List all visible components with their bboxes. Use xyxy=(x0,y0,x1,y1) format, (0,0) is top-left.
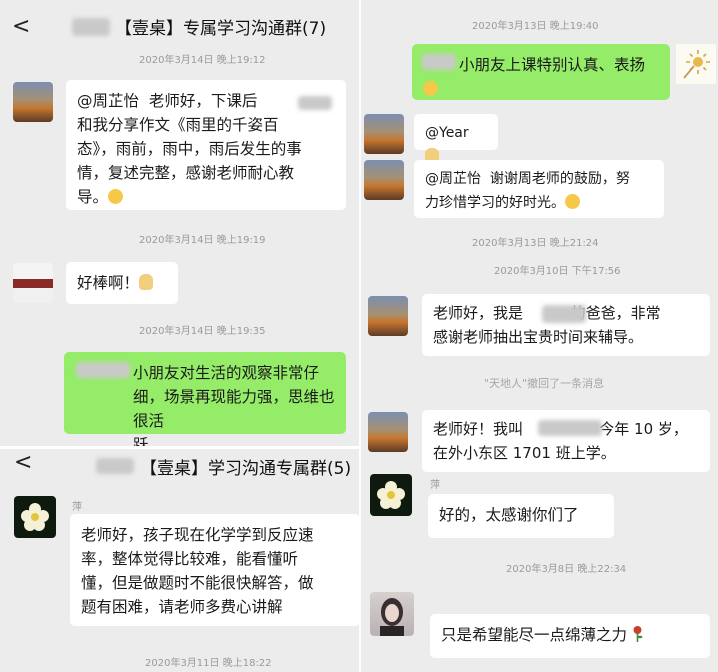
parent-avatar[interactable] xyxy=(370,474,412,516)
message-text: 小朋友上课特别认真、表扬 xyxy=(459,56,646,74)
message-timestamp: 2020年3月13日 晚上19:40 xyxy=(472,21,599,32)
back-arrow-icon[interactable]: < xyxy=(14,450,32,475)
flower-icon xyxy=(377,481,405,509)
message-bubble[interactable]: @Year xyxy=(414,114,498,164)
chat-panel-group-5: < 【壹桌】学习沟通专属群(5) 萍 老师好，孩子现在化学学到反应速 率，整体觉… xyxy=(0,448,360,672)
redacted-name xyxy=(96,458,134,474)
message-bubble[interactable]: 好棒啊！ xyxy=(66,262,178,304)
clap-emoji-icon xyxy=(139,274,154,290)
message-text: 好的，太感谢你们了 xyxy=(439,506,579,524)
parent-avatar[interactable] xyxy=(368,412,408,452)
panel-divider xyxy=(359,0,361,672)
redacted-name xyxy=(298,96,332,110)
message-bubble[interactable]: 只是希望能尽一点绵薄之力 xyxy=(430,614,710,658)
message-timestamp: 2020年3月14日 晚上19:12 xyxy=(139,55,266,66)
smile-emoji-icon xyxy=(108,189,124,204)
rose-emoji-icon xyxy=(633,626,643,642)
sender-name: 萍 xyxy=(72,502,82,513)
message-text: @周芷怡 老师好，下课后 和我分享作文《雨里的千姿百 态》，雨前，雨中，雨后发生… xyxy=(77,92,302,206)
sun-icon xyxy=(683,50,710,79)
smile-emoji-icon xyxy=(423,81,438,96)
parent-avatar[interactable] xyxy=(14,496,56,538)
chat-title: 【壹桌】专属学习沟通群(7) xyxy=(115,19,327,39)
parent-avatar[interactable] xyxy=(370,592,414,636)
chat-title: 【壹桌】学习沟通专属群(5) xyxy=(140,459,352,479)
flower-icon xyxy=(21,503,49,531)
message-text: 老师好，孩子现在化学学到反应速 率，整体觉得比较难，能看懂听 懂，但是做题时不能… xyxy=(81,526,314,616)
parent-avatar[interactable] xyxy=(364,114,404,154)
message-timestamp: 2020年3月8日 晚上22:34 xyxy=(506,564,627,575)
teacher-avatar[interactable] xyxy=(13,82,53,122)
message-bubble[interactable]: 好的，太感谢你们了 xyxy=(428,494,614,538)
parent-avatar[interactable] xyxy=(368,296,408,336)
sender-name: 萍 xyxy=(430,480,440,491)
message-bubble[interactable]: 小朋友上课特别认真、表扬 xyxy=(412,44,670,100)
message-timestamp: 2020年3月13日 晚上21:24 xyxy=(472,238,599,249)
panel-divider xyxy=(0,446,360,449)
parent-avatar[interactable] xyxy=(13,263,53,303)
teacher-avatar[interactable] xyxy=(676,44,716,84)
message-timestamp: 2020年3月14日 晚上19:19 xyxy=(139,235,266,246)
chat-panel-right: 2020年3月13日 晚上19:40 小朋友上课特别认真、表扬 @Year @周… xyxy=(360,0,718,672)
redacted-name xyxy=(538,420,602,436)
message-bubble[interactable]: 老师好，我是 的爸爸，非常 感谢老师抽出宝贵时间来辅导。 xyxy=(422,294,710,356)
recall-notice: "天地人"撤回了一条消息 xyxy=(484,377,605,390)
message-timestamp: 2020年3月11日 晚上18:22 xyxy=(145,658,272,669)
person-icon xyxy=(380,598,404,636)
smile-emoji-icon xyxy=(565,194,580,209)
message-timestamp: 2020年3月14日 晚上19:35 xyxy=(139,326,266,337)
chat-panel-group-7: < 【壹桌】专属学习沟通群(7) 2020年3月14日 晚上19:12 @周芷怡… xyxy=(0,0,360,448)
redacted-name xyxy=(72,18,110,36)
parent-avatar[interactable] xyxy=(364,160,404,200)
redacted-name xyxy=(76,362,130,378)
back-arrow-icon[interactable]: < xyxy=(12,14,30,39)
message-text: 只是希望能尽一点绵薄之力 xyxy=(441,626,628,644)
message-bubble[interactable]: 老师好，孩子现在化学学到反应速 率，整体觉得比较难，能看懂听 懂，但是做题时不能… xyxy=(70,514,360,626)
message-text: @Year xyxy=(425,125,469,141)
redacted-name xyxy=(422,54,456,70)
message-text: @周芷怡 谢谢周老师的鼓励，努 力珍惜学习的好时光。 xyxy=(425,171,630,211)
message-text: 好棒啊！ xyxy=(77,274,140,292)
message-timestamp: 2020年3月10日 下午17:56 xyxy=(494,266,621,277)
redacted-name xyxy=(542,305,586,323)
message-bubble[interactable]: @周芷怡 谢谢周老师的鼓励，努 力珍惜学习的好时光。 xyxy=(414,160,664,218)
